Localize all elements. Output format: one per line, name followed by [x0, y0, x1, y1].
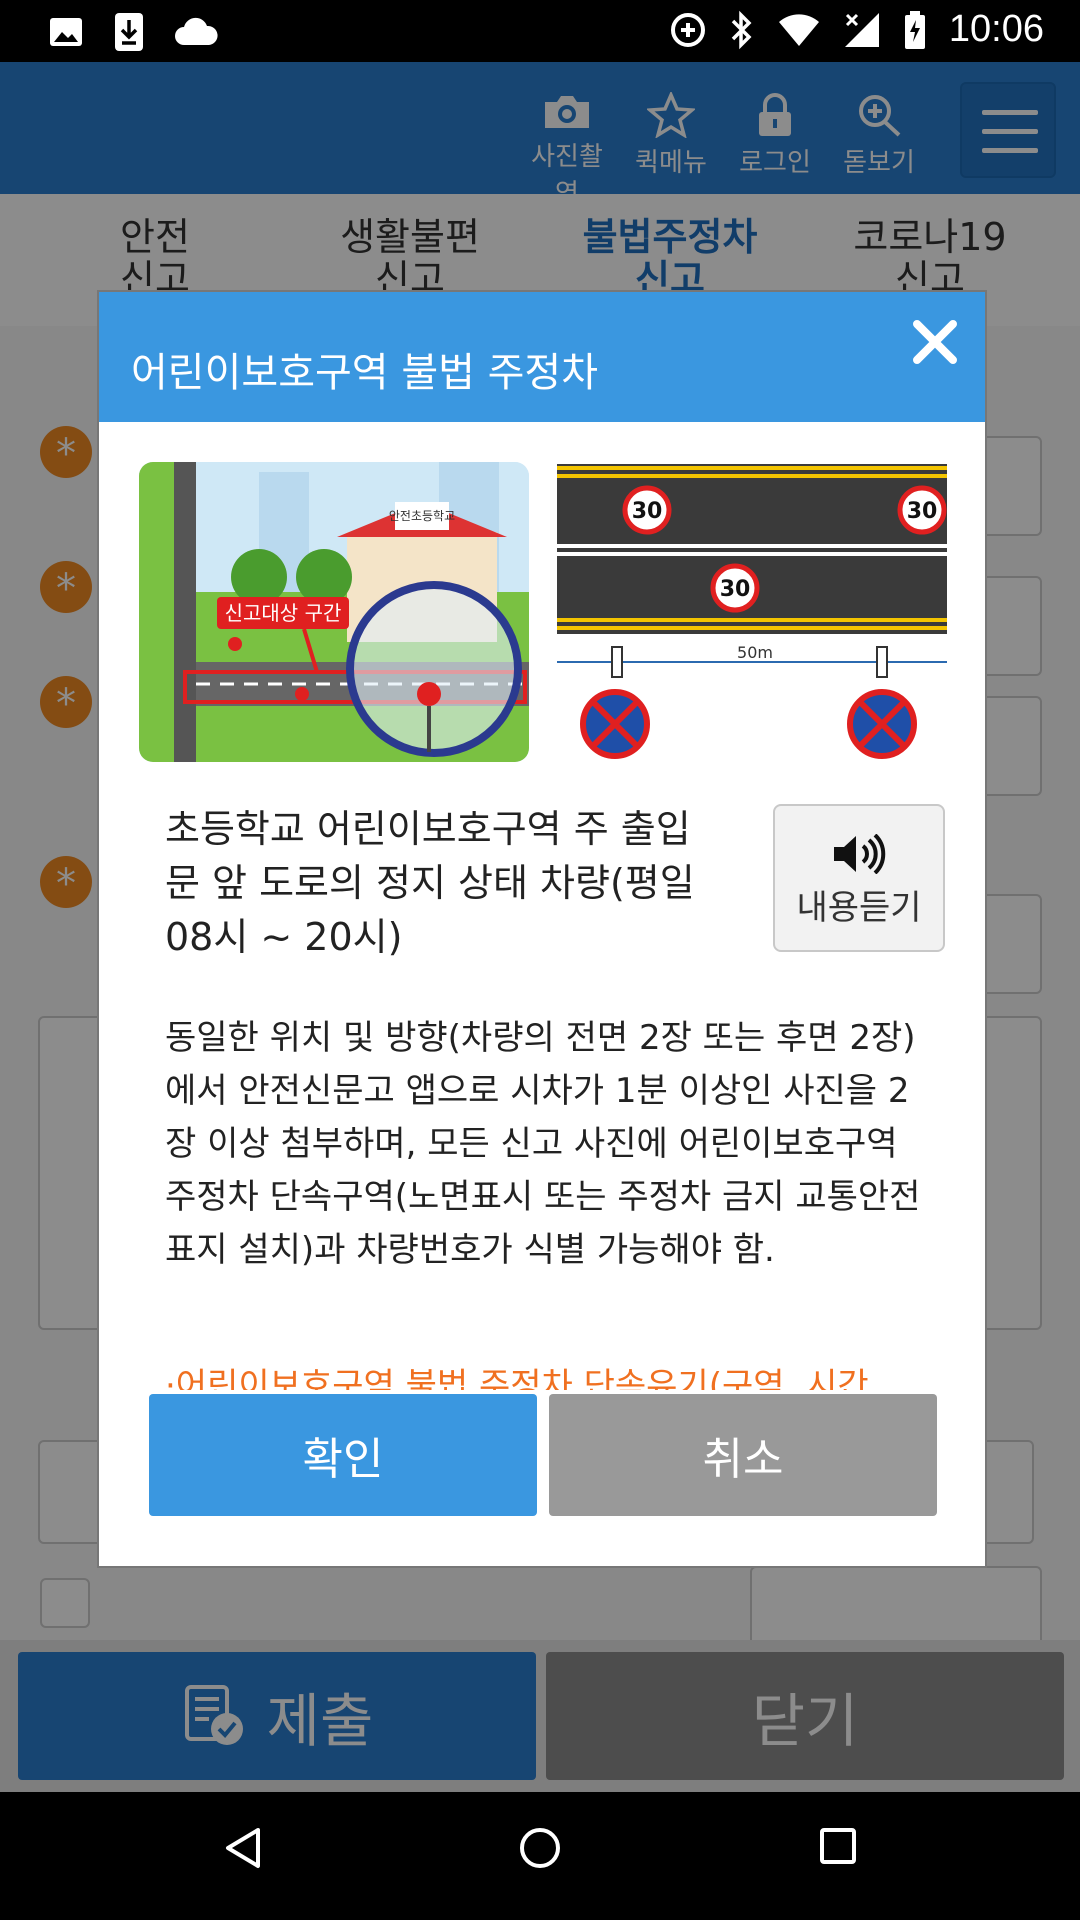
- speed-limit-30: 30: [632, 499, 663, 524]
- close-icon[interactable]: [905, 312, 965, 372]
- back-icon[interactable]: [222, 1826, 262, 1870]
- signal-icon: [844, 12, 879, 47]
- recents-icon[interactable]: [818, 1826, 858, 1866]
- dialog-detail: 동일한 위치 및 방향(차량의 전면 2장 또는 후면 2장)에서 안전신문고 …: [165, 1018, 921, 1270]
- dialog-header: 어린이보호구역 불법 주정차: [99, 292, 985, 422]
- bluetooth-icon: [731, 10, 752, 49]
- wifi-icon: [778, 13, 819, 46]
- data-saver-icon: [670, 12, 705, 47]
- info-dialog: 어린이보호구역 불법 주정차 안전초등학교 신고대상 구간 30 30 30 5…: [97, 290, 987, 1568]
- speed-limit-30: 30: [720, 577, 751, 602]
- distance-label: 50m: [737, 643, 773, 662]
- clock: 10:06: [948, 8, 1044, 50]
- dialog-note: ·어린이보호구역 불법 주정차 단속유기(구역, 시간: [165, 1366, 869, 1390]
- school-sign: 안전초등학교: [389, 509, 455, 523]
- download-icon: [115, 13, 143, 51]
- confirm-button[interactable]: 확인: [149, 1394, 537, 1516]
- listen-button[interactable]: 내용듣기: [773, 804, 945, 952]
- status-bar: 10:06: [0, 0, 1080, 62]
- speed-limit-30: 30: [907, 499, 938, 524]
- navigation-bar: [0, 1792, 1080, 1920]
- cancel-label: 취소: [702, 1434, 784, 1485]
- confirm-label: 확인: [302, 1434, 384, 1485]
- speaker-icon: [834, 834, 886, 874]
- home-icon[interactable]: [518, 1826, 562, 1870]
- cancel-button[interactable]: 취소: [549, 1394, 937, 1516]
- listen-label: 내용듣기: [796, 888, 922, 928]
- zone-label: 신고대상 구간: [225, 601, 342, 625]
- dialog-note-clip: ·어린이보호구역 불법 주정차 단속유기(구역, 시간: [165, 1362, 925, 1390]
- school-zone-illustration: 안전초등학교 신고대상 구간: [139, 462, 529, 762]
- battery-icon: [904, 10, 925, 49]
- dialog-description: 초등학교 어린이보호구역 주 출입문 앞 도로의 정지 상태 차량(평일 08시…: [165, 807, 695, 959]
- dialog-title: 어린이보호구역 불법 주정차: [131, 350, 599, 396]
- cloud-icon: [175, 17, 218, 45]
- image-icon: [50, 18, 82, 46]
- road-marking-illustration: 30 30 30 50m: [557, 462, 947, 762]
